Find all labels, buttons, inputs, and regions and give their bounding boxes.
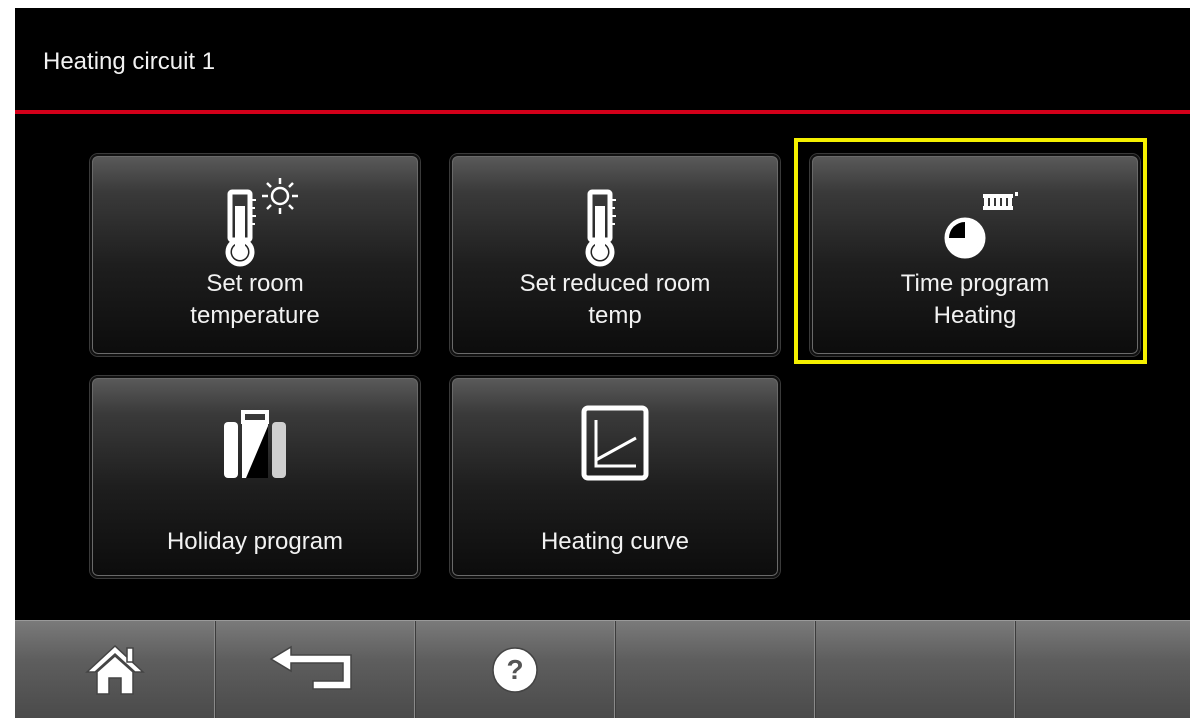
- help-button[interactable]: ?: [415, 621, 616, 718]
- help-icon: ?: [492, 647, 538, 693]
- header: Heating circuit 1: [15, 8, 1190, 114]
- home-icon: [85, 644, 145, 695]
- back-button[interactable]: [215, 621, 416, 718]
- tile-label: Time program Heating: [900, 270, 1050, 329]
- header-divider: [15, 110, 1190, 114]
- tile-label: Heating curve: [540, 528, 690, 555]
- heating-curve-button[interactable]: Heating curve: [450, 376, 780, 578]
- bottom-navigation-bar: ?: [15, 620, 1190, 718]
- tile-label: Set reduced room temp: [519, 270, 711, 329]
- svg-text:?: ?: [506, 654, 523, 685]
- suitcase-icon: [92, 398, 418, 493]
- home-button[interactable]: [15, 621, 216, 718]
- thermometer-moon-icon: [452, 176, 778, 271]
- heating-curve-icon: [452, 398, 778, 493]
- nav-slot-empty: [615, 621, 816, 718]
- nav-slot-empty: [815, 621, 1016, 718]
- set-room-temperature-button[interactable]: Set room temperature: [90, 154, 420, 356]
- tile-label: Set room temperature: [190, 270, 320, 329]
- tile-label: Holiday program: [166, 528, 344, 555]
- back-arrow-icon: [269, 645, 352, 690]
- page-title: Heating circuit 1: [43, 48, 216, 75]
- set-reduced-room-temp-button[interactable]: Set reduced room temp: [450, 154, 780, 356]
- clock-radiator-icon: [812, 176, 1138, 271]
- time-program-heating-button[interactable]: Time program Heating: [810, 154, 1140, 356]
- nav-slot-empty: [1015, 621, 1190, 718]
- screen: Heating circuit 1 Set room temperature S…: [15, 8, 1190, 718]
- thermometer-sun-icon: [92, 176, 418, 271]
- holiday-program-button[interactable]: Holiday program: [90, 376, 420, 578]
